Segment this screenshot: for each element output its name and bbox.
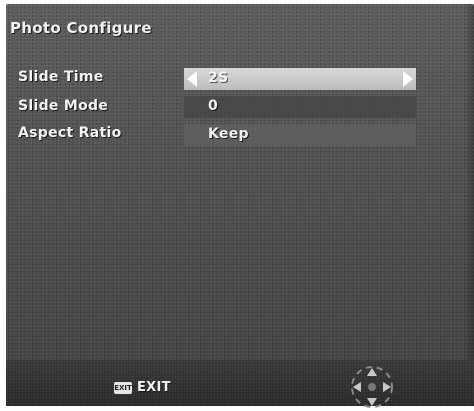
aspect-ratio-selector[interactable]: Keep [184, 124, 416, 146]
slide-mode-selector[interactable]: 0 [184, 96, 416, 118]
photo-configure-menu: Photo Configure Slide Time 2S Slide Mode… [6, 4, 474, 408]
menu-title: Photo Configure [10, 19, 152, 37]
right-arrow-icon[interactable] [403, 71, 413, 87]
slide-mode-label: Slide Mode [18, 98, 109, 114]
slide-mode-value: 0 [208, 98, 219, 114]
exit-label: EXIT [137, 380, 171, 395]
tv-screen: Photo Configure Slide Time 2S Slide Mode… [0, 0, 474, 411]
slide-time-selector[interactable]: 2S [184, 68, 416, 90]
exit-key-icon[interactable]: EXIT [114, 382, 132, 394]
footer-bar: EXIT EXIT [6, 360, 474, 408]
panel-edge [464, 4, 474, 406]
aspect-ratio-value: Keep [208, 126, 249, 142]
slide-time-value: 2S [208, 70, 229, 86]
aspect-ratio-label: Aspect Ratio [18, 125, 122, 141]
left-arrow-icon[interactable] [187, 71, 197, 87]
slide-time-label: Slide Time [18, 69, 104, 85]
dpad-icon [351, 366, 393, 408]
